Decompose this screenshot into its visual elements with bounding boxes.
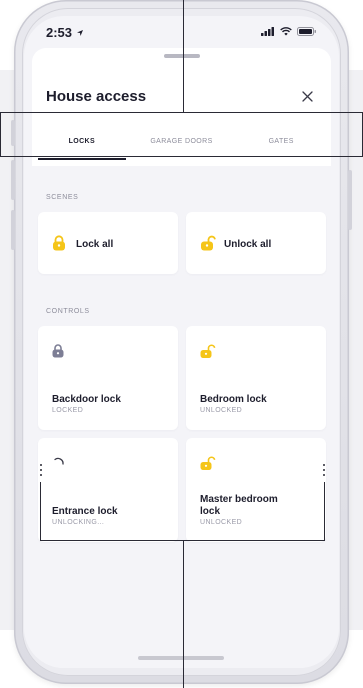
mute-switch [11, 120, 15, 146]
guide-line-grid-bottom [40, 540, 325, 541]
control-name: Entrance lock [52, 506, 118, 517]
lock-closed-icon [52, 344, 64, 358]
scenes-section-label: SCENES [46, 194, 79, 201]
status-time: 2:53 [46, 25, 84, 40]
volume-down-button [11, 210, 15, 250]
status-icons [261, 27, 317, 36]
page-title: House access [46, 88, 147, 105]
control-name: Bedroom lock [200, 394, 267, 405]
lock-open-icon [200, 344, 216, 358]
control-state: UNLOCKING... [52, 519, 105, 526]
screen: 2:53 House access LOCKS GARAGE DOORS GAT… [24, 16, 339, 668]
guide-line-tab-bottom [0, 156, 363, 157]
lock-open-icon [201, 235, 216, 251]
guide-handle-right [323, 464, 325, 479]
unlock-all-button[interactable]: Unlock all [186, 212, 326, 274]
spinner-icon [54, 457, 64, 465]
power-button [348, 170, 352, 230]
canvas: 2:53 House access LOCKS GARAGE DOORS GAT… [0, 0, 363, 688]
lock-open-icon [200, 456, 216, 470]
control-card-entrance-lock[interactable]: Entrance lock UNLOCKING... [38, 438, 178, 542]
guide-handle-left [40, 464, 42, 479]
sheet-grabber[interactable] [164, 54, 200, 58]
close-icon [301, 90, 313, 102]
lock-all-label: Lock all [76, 239, 114, 250]
signal-icon [261, 27, 274, 36]
lock-all-button[interactable]: Lock all [38, 212, 178, 274]
volume-up-button [11, 160, 15, 200]
unlock-all-label: Unlock all [224, 239, 272, 250]
guide-line-tab-left [0, 112, 1, 157]
control-name: Master bedroom lock [200, 494, 278, 517]
control-card-master-bedroom-lock[interactable]: Master bedroom lock UNLOCKED [186, 438, 326, 542]
battery-icon [297, 27, 316, 36]
guide-line-grid-left [40, 482, 41, 540]
guide-line-bottom [183, 540, 184, 688]
sheet-header: House access LOCKS GARAGE DOORS GATES [32, 48, 331, 166]
control-state: UNLOCKED [200, 407, 243, 414]
guide-line-top [183, 0, 184, 112]
controls-section-label: CONTROLS [46, 308, 90, 315]
guide-line-grid-right [324, 482, 325, 540]
house-access-sheet: House access LOCKS GARAGE DOORS GATES SC… [32, 48, 331, 668]
location-arrow-icon [76, 30, 83, 36]
control-card-backdoor-lock[interactable]: Backdoor lock LOCKED [38, 326, 178, 430]
close-button[interactable] [297, 86, 317, 106]
home-indicator [138, 656, 224, 660]
control-card-bedroom-lock[interactable]: Bedroom lock UNLOCKED [186, 326, 326, 430]
wifi-icon [280, 27, 292, 36]
control-name: Backdoor lock [52, 394, 121, 405]
status-bar: 2:53 [24, 16, 339, 50]
guide-line-tab-top [0, 112, 363, 113]
lock-closed-icon [53, 235, 65, 251]
control-state: UNLOCKED [200, 519, 243, 526]
control-state: LOCKED [52, 407, 84, 414]
